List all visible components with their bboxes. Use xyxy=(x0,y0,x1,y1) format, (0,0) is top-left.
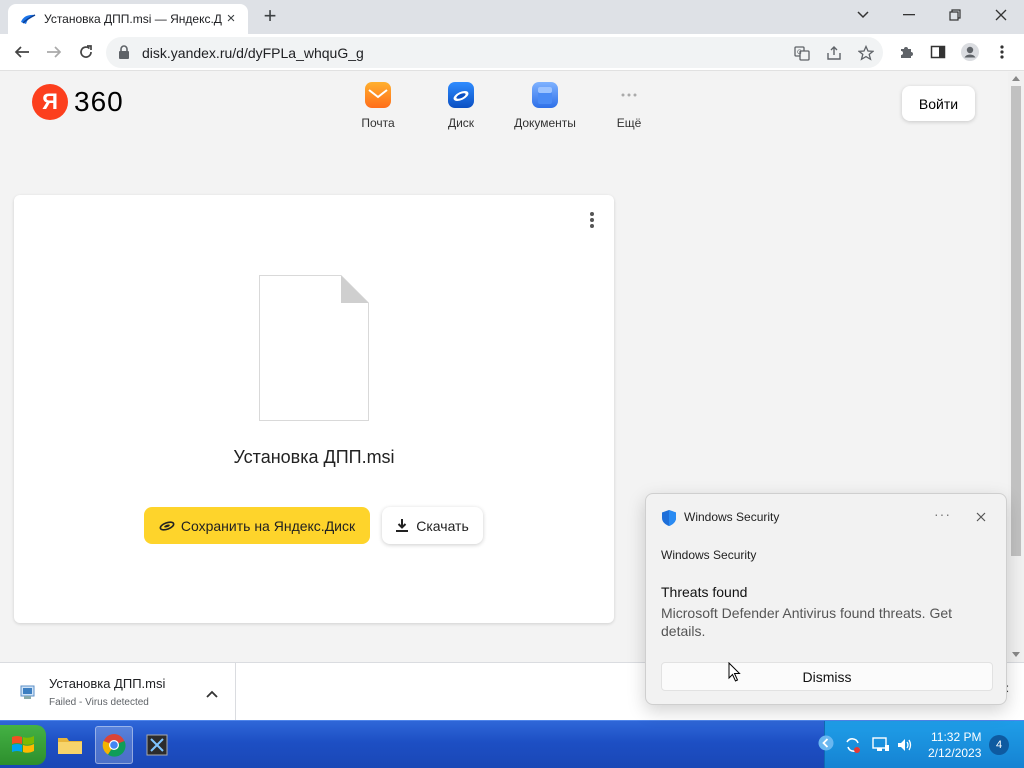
back-icon[interactable] xyxy=(9,39,35,65)
side-panel-icon[interactable] xyxy=(928,42,948,62)
scroll-thumb[interactable] xyxy=(1011,86,1021,556)
file-explorer-taskbar-icon[interactable] xyxy=(51,726,89,764)
chrome-taskbar-icon[interactable] xyxy=(95,726,133,764)
browser-toolbar: disk.yandex.ru/d/dyFPLa_whquG_g G xyxy=(0,34,1024,71)
page-scrollbar[interactable] xyxy=(1008,72,1024,662)
toast-source: Windows Security xyxy=(661,548,757,562)
share-icon[interactable] xyxy=(824,43,844,63)
service-label: Почта xyxy=(361,116,395,130)
sync-alert-icon[interactable] xyxy=(844,736,862,759)
download-file-name: Установка ДПП.msi xyxy=(49,676,166,691)
toast-close-icon[interactable] xyxy=(976,509,986,527)
new-tab-button[interactable]: + xyxy=(258,5,282,29)
chevron-up-icon[interactable] xyxy=(206,685,218,703)
mouse-pointer-icon xyxy=(728,661,742,687)
documents-icon xyxy=(532,82,558,108)
system-tray: 11:32 PM 2/12/2023 4 xyxy=(818,721,1024,768)
download-label: Скачать xyxy=(416,517,469,534)
translate-icon[interactable]: G xyxy=(792,43,812,63)
scroll-up-arrow-icon[interactable] xyxy=(1012,76,1020,81)
windows-logo-icon xyxy=(12,736,34,753)
show-hidden-icons-icon[interactable] xyxy=(818,735,834,756)
tab-search-icon[interactable] xyxy=(840,0,886,30)
file-name: Установка ДПП.msi xyxy=(233,447,395,467)
save-to-disk-button[interactable]: Сохранить на Яндекс.Диск xyxy=(144,507,370,544)
service-more[interactable]: Ещё xyxy=(589,82,669,130)
download-item[interactable]: Установка ДПП.msi Failed - Virus detecte… xyxy=(0,663,236,720)
service-label: Диск xyxy=(447,116,475,130)
save-label: Сохранить на Яндекс.Диск xyxy=(180,517,356,534)
file-card: Установка ДПП.msi Сохранить на Яндекс.Ди… xyxy=(14,195,614,623)
browser-tab[interactable]: Установка ДПП.msi — Яндекс.Д × xyxy=(8,4,248,34)
card-menu-icon[interactable] xyxy=(590,212,596,230)
tab-title: Установка ДПП.msi — Яндекс.Д xyxy=(44,12,222,26)
windows-security-toast[interactable]: Windows Security ··· Windows Security Th… xyxy=(645,493,1007,705)
service-mail[interactable]: Почта xyxy=(338,82,418,130)
toast-title: Threats found xyxy=(661,584,748,600)
menu-kebab-icon[interactable] xyxy=(992,42,1012,62)
scroll-down-arrow-icon[interactable] xyxy=(1012,652,1020,657)
url-text[interactable]: disk.yandex.ru/d/dyFPLa_whquG_g xyxy=(142,45,364,61)
start-button[interactable] xyxy=(0,725,46,765)
forward-icon[interactable] xyxy=(41,39,67,65)
clock-date[interactable]: 2/12/2023 xyxy=(928,746,981,760)
network-icon[interactable] xyxy=(872,736,890,759)
bookmark-star-icon[interactable] xyxy=(856,43,876,63)
app-taskbar-icon[interactable] xyxy=(138,726,176,764)
tab-close-icon[interactable]: × xyxy=(222,10,240,28)
service-label: Документы xyxy=(514,116,576,130)
more-dots-icon xyxy=(616,82,642,108)
close-window-icon[interactable] xyxy=(978,0,1024,30)
minimize-icon[interactable] xyxy=(886,0,932,30)
address-bar[interactable]: disk.yandex.ru/d/dyFPLa_whquG_g G xyxy=(106,37,883,68)
download-button[interactable]: Скачать xyxy=(382,507,483,544)
taskbar: 11:32 PM 2/12/2023 4 xyxy=(0,720,1024,768)
yandex-disk-icon xyxy=(20,11,36,27)
volume-icon[interactable] xyxy=(896,736,914,759)
logo-ya: Я xyxy=(32,84,68,120)
service-label: Ещё xyxy=(616,116,642,130)
restore-icon[interactable] xyxy=(932,0,978,30)
svg-text:G: G xyxy=(797,49,802,56)
profile-avatar-icon[interactable] xyxy=(960,42,980,62)
disk-icon xyxy=(448,82,474,108)
notification-count-badge[interactable]: 4 xyxy=(989,735,1009,755)
lock-icon[interactable] xyxy=(118,45,130,64)
toast-body: Microsoft Defender Antivirus found threa… xyxy=(661,605,953,639)
login-button[interactable]: Войти xyxy=(902,86,975,121)
shield-icon xyxy=(661,509,677,532)
service-disk[interactable]: Диск xyxy=(421,82,501,130)
toast-more-icon[interactable]: ··· xyxy=(934,506,951,522)
disk-icon xyxy=(159,520,175,532)
toast-app-name: Windows Security xyxy=(684,510,780,524)
clock-time[interactable]: 11:32 PM xyxy=(931,730,981,744)
installer-file-icon xyxy=(20,684,36,705)
tab-strip: Установка ДПП.msi — Яндекс.Д × + xyxy=(0,0,1024,34)
extensions-icon[interactable] xyxy=(896,42,916,62)
file-document-icon xyxy=(259,275,369,426)
download-status: Failed - Virus detected xyxy=(49,697,149,708)
yandex-360-logo[interactable]: Я 360 xyxy=(32,84,124,120)
download-icon xyxy=(396,519,409,532)
service-documents[interactable]: Документы xyxy=(505,82,585,130)
dismiss-button[interactable]: Dismiss xyxy=(661,662,993,691)
mail-icon xyxy=(365,82,391,108)
reload-icon[interactable] xyxy=(73,39,99,65)
logo-360: 360 xyxy=(74,86,124,117)
